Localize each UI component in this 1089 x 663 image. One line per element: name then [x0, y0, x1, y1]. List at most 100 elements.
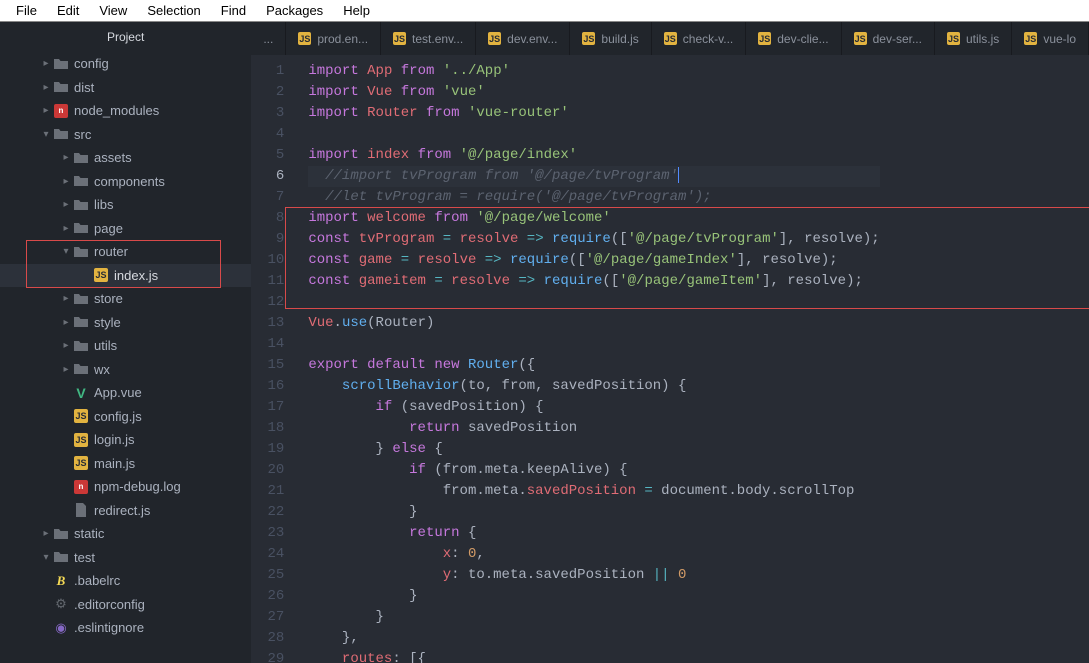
tree-item-index-js[interactable]: JSindex.js: [0, 264, 251, 288]
js-icon: JS: [393, 32, 406, 45]
folder-icon: [72, 246, 90, 258]
tab-label: dev.env...: [507, 32, 557, 46]
js-icon: JS: [92, 268, 110, 282]
tree-item--eslintignore[interactable]: ◉ .eslintignore: [0, 616, 251, 640]
js-icon: JS: [1024, 32, 1037, 45]
tab-dev-clie---[interactable]: JSdev-clie...: [746, 22, 841, 55]
folder-icon: [72, 293, 90, 305]
tree-item-assets[interactable]: ▸ assets: [0, 146, 251, 170]
folder-icon: [72, 199, 90, 211]
tree-item-wx[interactable]: ▸ wx: [0, 358, 251, 382]
menu-find[interactable]: Find: [211, 2, 256, 19]
eslint-icon: ◉: [52, 620, 70, 636]
expand-arrow-icon: ▸: [60, 152, 72, 163]
tab-dev-ser---[interactable]: JSdev-ser...: [842, 22, 935, 55]
tree-label: main.js: [94, 456, 135, 471]
tree-label: libs: [94, 197, 114, 212]
tree-item--editorconfig[interactable]: ⚙.editorconfig: [0, 593, 251, 617]
js-icon: JS: [298, 32, 311, 45]
expand-arrow-icon: ▸: [60, 199, 72, 210]
tree-label: dist: [74, 80, 94, 95]
tab-dev-env---[interactable]: JS dev.env...: [476, 22, 570, 55]
sidebar-title: Project: [0, 22, 251, 52]
project-sidebar: Project ▸config▸dist▸nnode_modules▾src▸a…: [0, 22, 251, 663]
tab-label: ...: [263, 32, 273, 46]
tree-label: config.js: [94, 409, 142, 424]
expand-arrow-icon: ▸: [40, 58, 52, 69]
expand-arrow-icon: ▸: [40, 528, 52, 539]
tree-label: assets: [94, 150, 132, 165]
menu-edit[interactable]: Edit: [47, 2, 89, 19]
js-icon: JS: [664, 32, 677, 45]
tree-item-page[interactable]: ▸page: [0, 217, 251, 241]
tree-item-libs[interactable]: ▸ libs: [0, 193, 251, 217]
code-editor[interactable]: 1234567891011121314151617181920212223242…: [251, 55, 1089, 663]
tree-item-app-vue[interactable]: VApp.vue: [0, 381, 251, 405]
expand-arrow-icon: ▸: [60, 340, 72, 351]
expand-arrow-icon: ▸: [60, 223, 72, 234]
tree-label: node_modules: [74, 103, 159, 118]
tab-label: test.env...: [412, 32, 463, 46]
expand-arrow-icon: ▾: [40, 129, 52, 140]
tree-label: src: [74, 127, 91, 142]
npm-icon: n: [72, 480, 90, 494]
tree-label: .eslintignore: [74, 620, 144, 635]
menu-view[interactable]: View: [89, 2, 137, 19]
tree-item-npm-debug-log[interactable]: nnpm-debug.log: [0, 475, 251, 499]
expand-arrow-icon: ▸: [60, 317, 72, 328]
tree-label: wx: [94, 362, 110, 377]
tab-label: build.js: [601, 32, 638, 46]
tree-item-dist[interactable]: ▸dist: [0, 76, 251, 100]
line-gutter: 1234567891011121314151617181920212223242…: [251, 55, 296, 663]
tab-utils-js[interactable]: JSutils.js: [935, 22, 1012, 55]
menu-packages[interactable]: Packages: [256, 2, 333, 19]
js-icon: JS: [758, 32, 771, 45]
tab-build-js[interactable]: JSbuild.js: [570, 22, 651, 55]
tree-item-store[interactable]: ▸store: [0, 287, 251, 311]
tree-label: test: [74, 550, 95, 565]
tab-prod-en---[interactable]: JSprod.en...: [286, 22, 381, 55]
folder-icon: [52, 528, 70, 540]
tree-item-test[interactable]: ▾test: [0, 546, 251, 570]
tree-item-login-js[interactable]: JSlogin.js: [0, 428, 251, 452]
tree-item-src[interactable]: ▾ src: [0, 123, 251, 147]
tree-label: login.js: [94, 432, 134, 447]
tab-label: check-v...: [683, 32, 733, 46]
tree-item--babelrc[interactable]: B.babelrc: [0, 569, 251, 593]
tree-item-redirect-js[interactable]: redirect.js: [0, 499, 251, 523]
code-content[interactable]: import App from '../App' import Vue from…: [296, 55, 879, 663]
tab-check-v---[interactable]: JS check-v...: [652, 22, 746, 55]
editor-pane: ...JSprod.en...JStest.env...JSdev.env...…: [251, 22, 1089, 663]
tree-item-components[interactable]: ▸components: [0, 170, 251, 194]
tree-item-main-js[interactable]: JS main.js: [0, 452, 251, 476]
menu-selection[interactable]: Selection: [137, 2, 210, 19]
tree-label: style: [94, 315, 121, 330]
menu-file[interactable]: File: [6, 2, 47, 19]
gear-icon: ⚙: [52, 596, 70, 612]
tab-bar[interactable]: ...JSprod.en...JStest.env...JSdev.env...…: [251, 22, 1089, 55]
tab----[interactable]: ...: [251, 22, 286, 55]
tree-item-config[interactable]: ▸config: [0, 52, 251, 76]
tab-test-env---[interactable]: JS test.env...: [381, 22, 476, 55]
tree-item-config-js[interactable]: JSconfig.js: [0, 405, 251, 429]
vue-icon: V: [72, 385, 90, 401]
js-icon: JS: [72, 456, 90, 470]
tree-label: .babelrc: [74, 573, 120, 588]
file-tree[interactable]: ▸config▸dist▸nnode_modules▾src▸assets▸co…: [0, 52, 251, 663]
tab-label: dev-ser...: [873, 32, 922, 46]
folder-icon: [72, 340, 90, 352]
tree-item-utils[interactable]: ▸utils: [0, 334, 251, 358]
folder-icon: [72, 363, 90, 375]
tree-item-router[interactable]: ▾router: [0, 240, 251, 264]
tab-label: vue-lo: [1043, 32, 1076, 46]
tree-item-style[interactable]: ▸ style: [0, 311, 251, 335]
tree-item-static[interactable]: ▸static: [0, 522, 251, 546]
folder-icon: [52, 551, 70, 563]
tab-label: utils.js: [966, 32, 999, 46]
tab-vue-lo[interactable]: JS vue-lo: [1012, 22, 1089, 55]
expand-arrow-icon: ▸: [60, 364, 72, 375]
tree-item-node-modules[interactable]: ▸nnode_modules: [0, 99, 251, 123]
js-icon: JS: [488, 32, 501, 45]
expand-arrow-icon: ▸: [60, 293, 72, 304]
menu-help[interactable]: Help: [333, 2, 380, 19]
